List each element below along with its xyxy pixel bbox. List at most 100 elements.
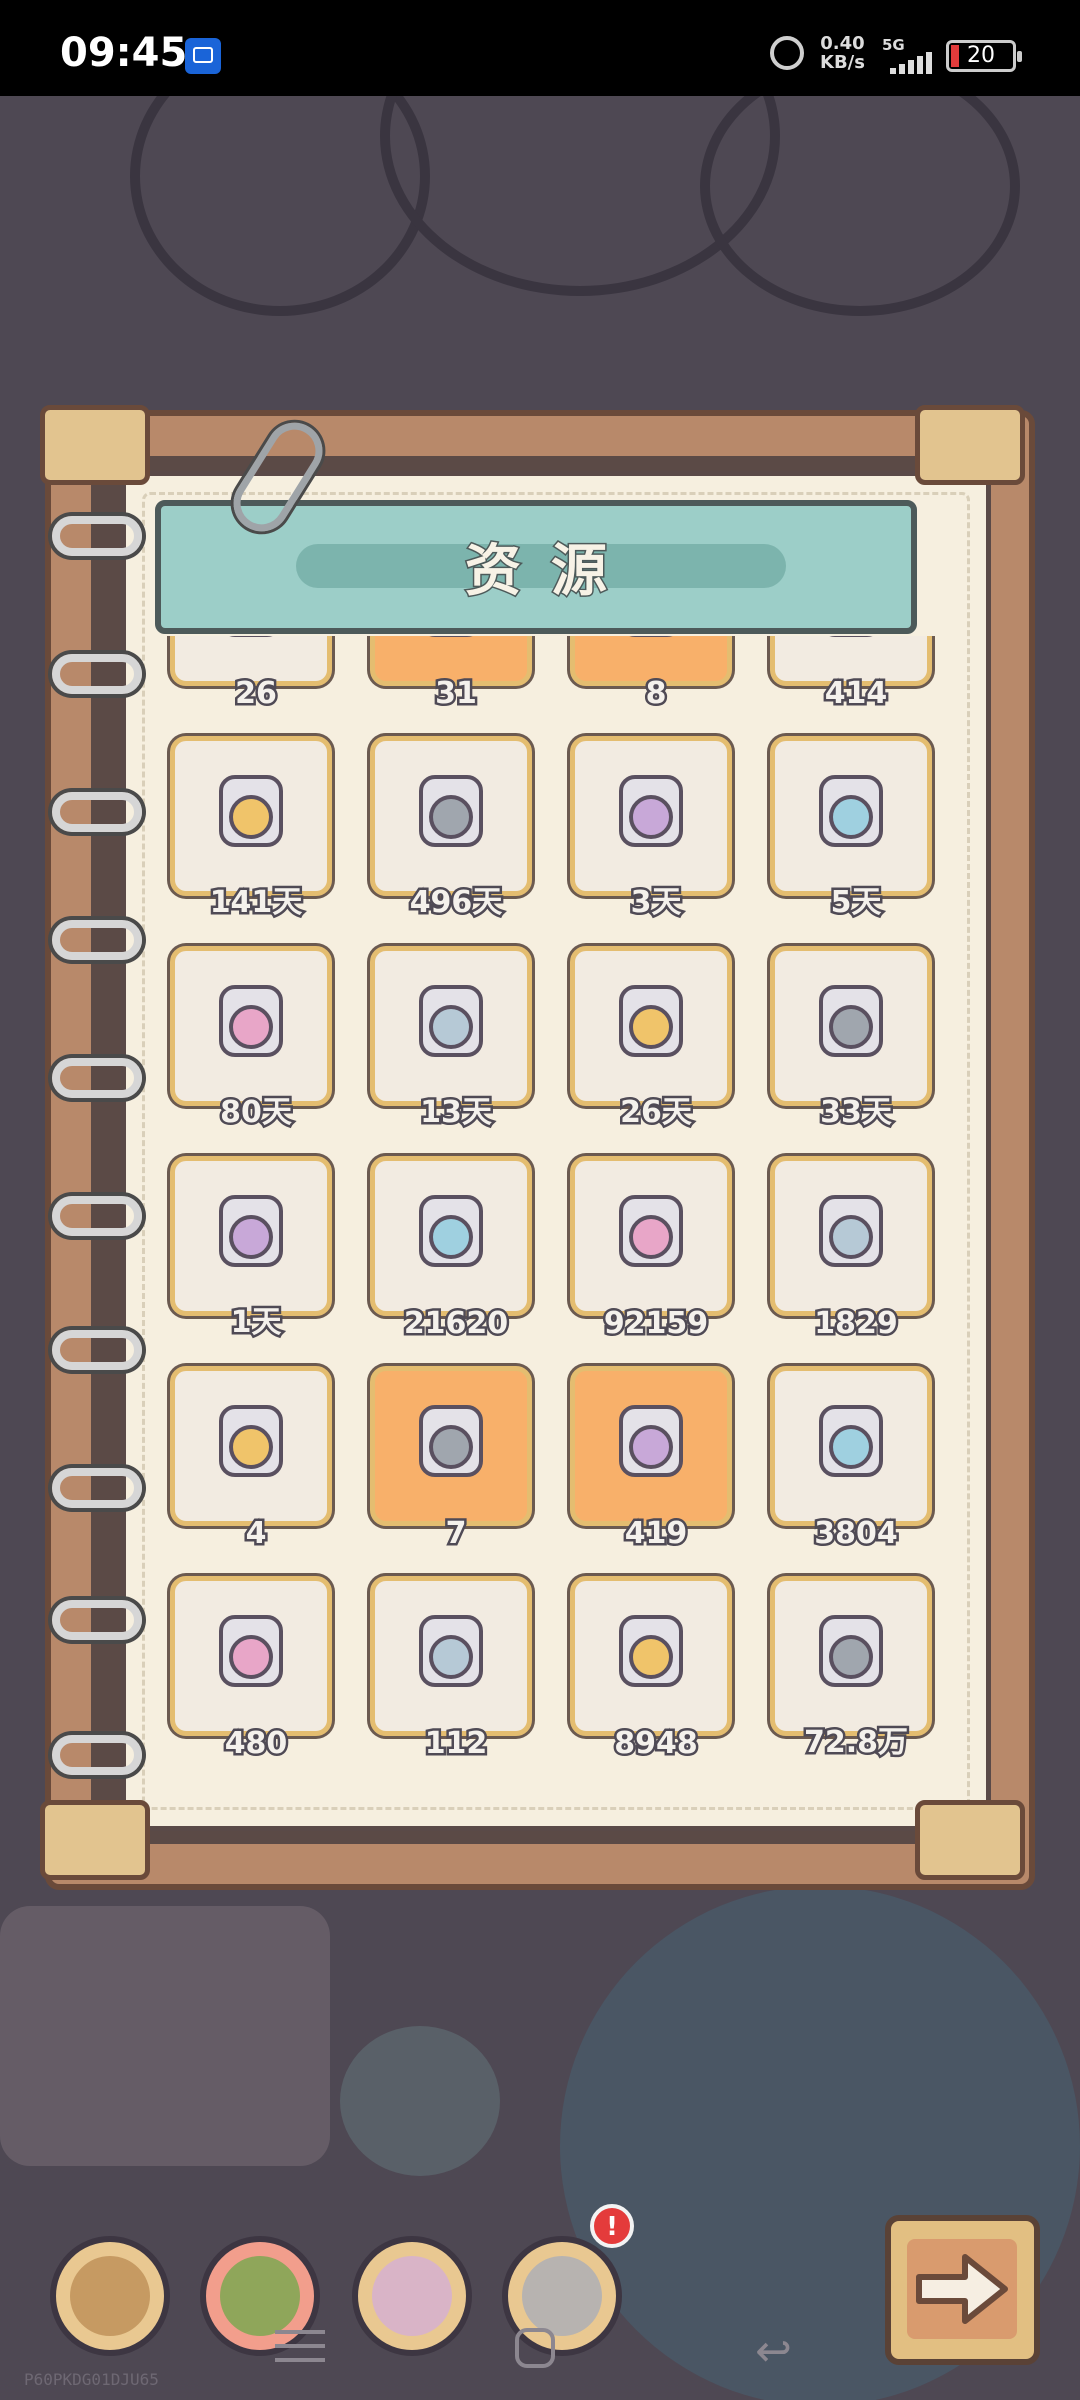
resource-cell[interactable]: 5天 <box>770 736 932 923</box>
clover-coin-icon <box>419 1405 483 1477</box>
resource-cell[interactable]: 31 <box>370 636 532 714</box>
resource-count: 21620 <box>401 1304 510 1344</box>
gem-badge-icon <box>629 636 673 637</box>
scroll-icon <box>819 1195 883 1267</box>
ghost-icon <box>419 775 483 847</box>
resource-cell[interactable]: 414 <box>770 636 932 714</box>
resource-count: 414 <box>822 674 890 714</box>
resource-count: 419 <box>622 1514 690 1554</box>
corner-bracket <box>915 1800 1025 1880</box>
resource-count: 72.8万 <box>801 1723 910 1763</box>
stamp-icon <box>419 1195 483 1267</box>
medkit-icon <box>619 775 683 847</box>
resource-cell[interactable]: 92159 <box>570 1156 732 1344</box>
resource-cell[interactable]: 419 <box>570 1366 732 1554</box>
resource-cell[interactable]: 3天 <box>570 736 732 923</box>
gold-bar-icon <box>419 1615 483 1687</box>
battery-level: 20 <box>967 43 995 68</box>
binder-ring <box>52 920 142 960</box>
pink-crystal-icon <box>219 1615 283 1687</box>
resource-cell[interactable]: 496天 <box>370 736 532 923</box>
shield-icon <box>229 636 273 637</box>
binder-ring <box>52 654 142 694</box>
resource-cell[interactable]: 7 <box>370 1366 532 1554</box>
resource-count: 80天 <box>218 1093 295 1133</box>
resource-count: 8 <box>643 674 669 714</box>
slime-icon <box>419 985 483 1057</box>
page-title: 资源 <box>464 538 637 606</box>
resource-cell[interactable]: 26 <box>170 636 332 714</box>
resource-count: 33天 <box>818 1093 895 1133</box>
resource-cell[interactable]: 21620 <box>370 1156 532 1344</box>
hourglass-icon <box>219 775 283 847</box>
resource-cell[interactable]: 26天 <box>570 946 732 1133</box>
cassette-icon <box>219 1195 283 1267</box>
resource-count: 3804 <box>812 1514 901 1554</box>
back-nav-button[interactable]: ↩ <box>755 2326 792 2377</box>
flask-icon <box>819 775 883 847</box>
resource-count: 141天 <box>207 883 305 923</box>
resource-cell[interactable]: 33天 <box>770 946 932 1133</box>
ticket-icon <box>619 1195 683 1267</box>
documents-icon <box>429 636 473 637</box>
device-code: P60PKDG01DJU65 <box>24 2370 159 2389</box>
binder-ring <box>52 1600 142 1640</box>
resource-count: 8948 <box>612 1724 701 1764</box>
resource-count: 31 <box>433 674 480 714</box>
blue-crystal-icon <box>819 1405 883 1477</box>
funnel-icon <box>619 985 683 1057</box>
binder-ring <box>52 792 142 832</box>
status-time: 09:45 <box>60 30 188 76</box>
resource-count: 112 <box>422 1724 490 1764</box>
battery-icon: 20 <box>946 40 1022 72</box>
crystal-badge-icon <box>829 636 873 637</box>
resource-count: 7 <box>443 1514 469 1554</box>
resource-cell[interactable]: 480 <box>170 1576 332 1764</box>
network-speed: 0.40 KB/s <box>820 33 865 73</box>
jerrycan-icon <box>819 985 883 1057</box>
resource-cell[interactable]: 80天 <box>170 946 332 1133</box>
resource-count: 92159 <box>601 1304 710 1344</box>
resource-count: 1天 <box>228 1303 284 1343</box>
molecule-icon <box>219 985 283 1057</box>
binder-ring <box>52 1330 142 1370</box>
resource-grid[interactable]: 26 31 8 414 141天 496天 3天 5天 80天 13天 26天 33天 1天 21620 9… <box>160 636 940 1796</box>
resource-cell[interactable]: 72.8万 <box>770 1576 932 1763</box>
resource-cell[interactable]: 4 <box>170 1366 332 1554</box>
binder-ring <box>52 1735 142 1775</box>
resource-count: 3天 <box>628 883 684 923</box>
binder-ring <box>52 1468 142 1508</box>
alarm-icon <box>770 36 804 70</box>
corner-bracket <box>40 405 150 485</box>
resource-cell[interactable]: 1829 <box>770 1156 932 1344</box>
resource-cell[interactable]: 1天 <box>170 1156 332 1343</box>
resource-count: 26天 <box>618 1093 695 1133</box>
resource-count: 26 <box>233 674 280 714</box>
star-icon <box>219 1405 283 1477</box>
resource-count: 13天 <box>418 1093 495 1133</box>
resource-cell[interactable]: 3804 <box>770 1366 932 1554</box>
corner-bracket <box>915 405 1025 485</box>
resource-count: 4 <box>243 1514 269 1554</box>
resource-count: 480 <box>222 1724 290 1764</box>
system-nav-bar: ↩ <box>0 2300 1080 2400</box>
resource-cell[interactable]: 8 <box>570 636 732 714</box>
resource-count: 1829 <box>812 1304 901 1344</box>
app-notification-icon <box>185 38 221 74</box>
resource-cell[interactable]: 141天 <box>170 736 332 923</box>
corner-bracket <box>40 1800 150 1880</box>
rosette-icon <box>819 1615 883 1687</box>
binder-ring <box>52 1196 142 1236</box>
silver-coin-icon <box>619 1615 683 1687</box>
resource-count: 5天 <box>828 883 884 923</box>
resource-cell[interactable]: 13天 <box>370 946 532 1133</box>
menu-nav-button[interactable] <box>275 2330 325 2366</box>
resource-cell[interactable]: 8948 <box>570 1576 732 1764</box>
signal-icon <box>890 52 938 74</box>
gold-medal-icon <box>619 1405 683 1477</box>
binder-ring <box>52 1058 142 1098</box>
resource-count: 496天 <box>407 883 505 923</box>
home-nav-button[interactable] <box>515 2328 555 2368</box>
status-bar: 09:45 0.40 KB/s 5G 20 <box>0 0 1080 96</box>
resource-cell[interactable]: 112 <box>370 1576 532 1764</box>
